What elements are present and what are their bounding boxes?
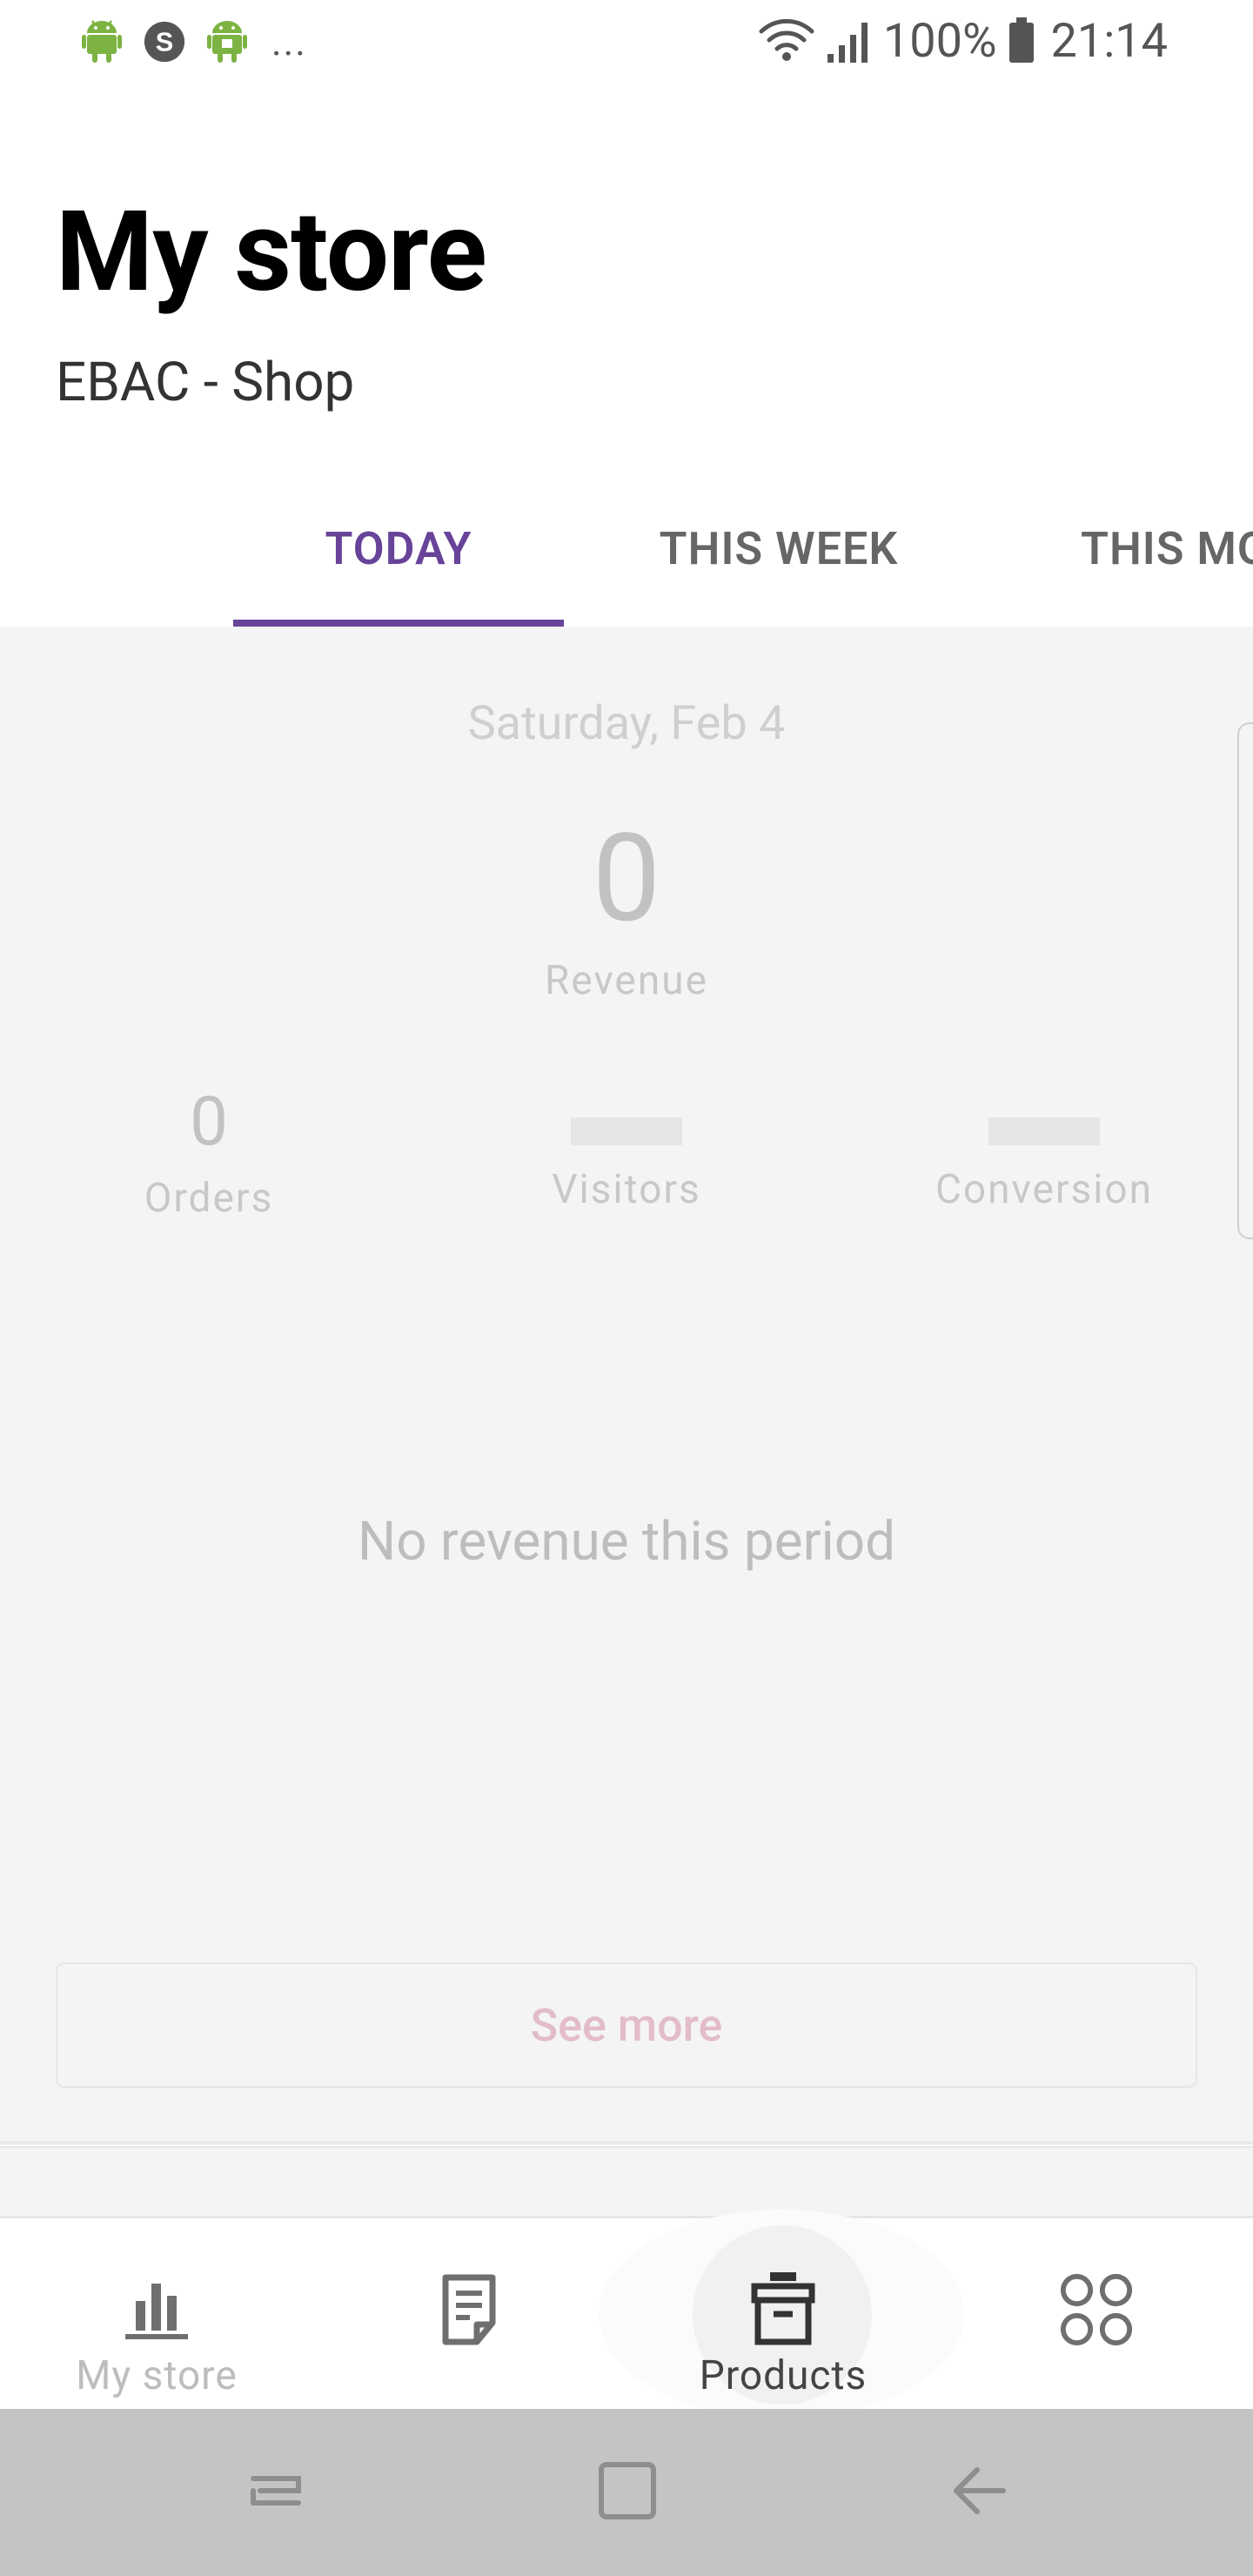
stats-panel: Saturday, Feb 4 0 Revenue 0 Orders Visit… [0,627,1253,2145]
svg-text:S: S [156,27,174,57]
more-grid-icon [1057,2271,1136,2349]
see-more-button[interactable]: See more [56,1962,1197,2088]
system-navigation-bar [0,2409,1253,2576]
android-icon [205,17,249,66]
stats-date: Saturday, Feb 4 [467,696,786,751]
next-card-edge[interactable] [1237,722,1253,1239]
nav-products[interactable]: Products [626,2218,940,2412]
orders-stat: 0 Orders [0,1079,418,1222]
android-icon [80,17,124,66]
conversion-stat: Conversion [835,1079,1253,1213]
store-name: EBAC - Shop [56,351,355,414]
visitors-label: Visitors [552,1166,701,1213]
battery-icon [1008,16,1035,68]
conversion-value-placeholder [988,1117,1100,1145]
nav-orders[interactable] [313,2218,626,2412]
more-notifications: ... [271,19,307,64]
period-tabs: TODAY THIS WEEK THIS MONTH [0,470,1253,627]
tab-this-month[interactable]: THIS MONTH [1027,470,1253,627]
tab-this-week[interactable]: THIS WEEK [609,470,948,627]
back-icon[interactable] [929,2447,1025,2534]
system-status: 100% 21:14 [758,14,1168,70]
divider [0,2141,1253,2144]
visitors-stat: Visitors [418,1079,835,1213]
nav-products-label: Products [699,2352,868,2399]
orders-value: 0 [190,1083,228,1162]
wifi-icon [758,16,815,68]
tab-indicator [233,620,564,627]
orders-icon [431,2271,509,2349]
tab-today[interactable]: TODAY [233,470,564,627]
section-gap [0,2146,1253,2217]
orders-label: Orders [144,1175,274,1222]
nav-more[interactable] [940,2218,1253,2412]
clock: 21:14 [1050,14,1168,69]
skype-icon: S [143,17,186,66]
visitors-value-placeholder [571,1117,682,1145]
home-icon[interactable] [580,2447,675,2534]
nav-my-store[interactable]: My store [0,2218,313,2412]
revenue-label: Revenue [545,957,708,1004]
bottom-navigation: My store Products [0,2210,1253,2418]
nav-my-store-label: My store [76,2352,238,2399]
notification-icons: S ... [80,17,307,66]
revenue-value: 0 [592,808,661,950]
products-box-icon [744,2271,822,2349]
battery-percent: 100% [882,14,997,69]
conversion-label: Conversion [935,1166,1154,1213]
bar-chart-icon [117,2271,196,2349]
signal-icon [826,16,873,68]
empty-chart-message: No revenue this period [357,1510,896,1573]
status-bar: S ... 100% 21:14 [0,0,1253,87]
recents-icon[interactable] [228,2447,324,2534]
page-title: My store [56,187,487,318]
